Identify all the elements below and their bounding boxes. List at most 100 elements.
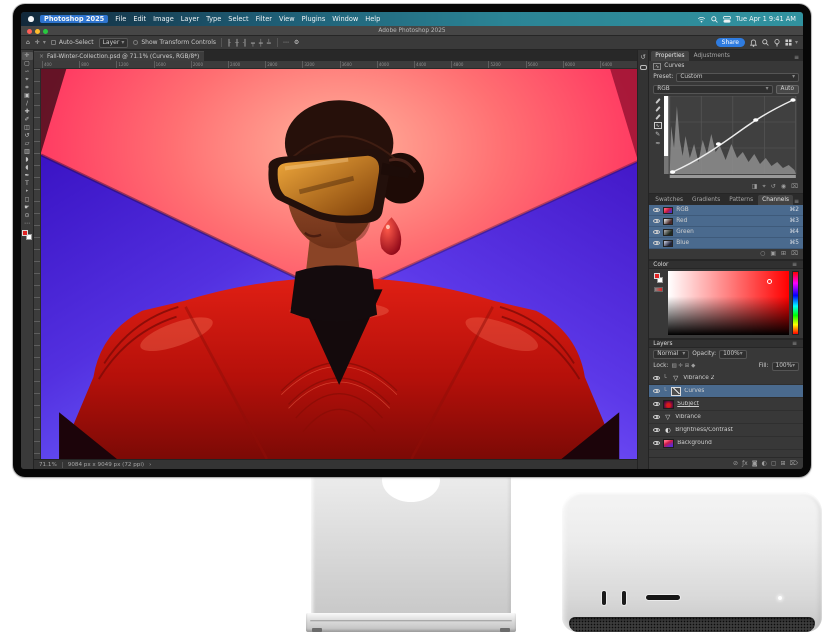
share-button[interactable]: Share [716,38,745,47]
curves-layer-thumbnail[interactable] [671,387,681,396]
move-tool[interactable]: ✛ [22,52,33,60]
crop-tool[interactable]: ⌗ [22,84,33,92]
menu-item[interactable]: Help [365,15,380,23]
align-icons[interactable]: ╟ ╫ ╢ ╤ ╪ ╧ [227,39,272,47]
more-options-icon[interactable]: ⋯ [283,39,289,46]
frame-tool[interactable]: ▣ [22,92,33,100]
layer-row-subject[interactable]: Subject [649,398,803,411]
load-selection-icon[interactable]: ○ [760,250,765,257]
delete-layer-icon[interactable]: ⌦ [790,460,798,467]
visibility-eye-icon[interactable] [653,428,660,433]
clone-stamp-tool[interactable]: ◫ [22,124,33,132]
workspace-gear-icon[interactable]: ⚙ [294,39,299,46]
canvas[interactable] [41,69,637,459]
layer-thumbnail[interactable] [663,439,674,448]
history-brush-tool[interactable]: ↺ [22,132,33,140]
layer-group-icon[interactable]: ▢ [771,460,777,467]
panel-menu-icon[interactable]: ≡ [794,54,801,61]
object-selection-tool[interactable]: ⌖ [22,76,33,84]
hue-slider[interactable] [792,271,799,335]
foreground-color-swatch[interactable] [22,230,28,236]
auto-button[interactable]: Auto [776,85,799,94]
lock-icons[interactable]: ▨ ✛ ⊞ ◆ [671,363,695,369]
search-icon[interactable] [711,16,718,23]
visibility-eye-icon[interactable] [653,230,660,235]
layer-thumbnail[interactable] [663,400,674,409]
apple-menu-icon[interactable] [28,16,34,22]
channel-select[interactable]: RGB▾ [653,85,772,94]
fashion-photo[interactable] [41,69,637,459]
close-tab-icon[interactable]: × [39,53,44,60]
control-center-icon[interactable] [723,16,731,23]
smooth-curve-icon[interactable]: ≈ [655,140,660,147]
color-swatches[interactable] [22,230,32,240]
auto-select-checkbox[interactable]: Auto-Select [51,39,94,46]
tab-swatches[interactable]: Swatches [651,195,687,205]
white-point-eyedropper-icon[interactable] [655,114,660,120]
visibility-eye-icon[interactable] [653,376,660,381]
zoom-level[interactable]: 71.1% [39,462,63,468]
layer-row-background[interactable]: Background [649,437,803,450]
visibility-icon[interactable]: ◉ [781,183,786,191]
notifications-bell-icon[interactable] [750,39,757,47]
target-select[interactable]: Layer▾ [99,38,129,48]
layer-row-vibrance-2[interactable]: └ ▽ Vibrance 2 [649,372,803,385]
marquee-tool[interactable]: ▢ [22,60,33,68]
home-icon[interactable]: ⌂ [26,39,30,46]
layer-row-brightness-contrast[interactable]: ◐ Brightness/Contrast [649,424,803,437]
menu-item[interactable]: View [279,15,295,23]
visibility-eye-icon[interactable] [653,208,660,213]
help-bulb-icon[interactable] [774,39,780,47]
visibility-eye-icon[interactable] [653,441,660,446]
foreground-color-swatch[interactable] [654,273,660,279]
reset-icon[interactable]: ↺ [771,183,776,191]
gray-point-eyedropper-icon[interactable] [655,106,660,112]
close-window-button[interactable] [27,29,32,34]
minimize-window-button[interactable] [35,29,40,34]
color-picker-ring[interactable] [767,279,772,284]
lasso-tool[interactable]: ∽ [22,68,33,76]
layer-effects-icon[interactable]: ƒx [742,460,748,467]
save-selection-icon[interactable]: ▣ [770,250,776,257]
opacity-select[interactable]: 100%▾ [719,350,747,359]
tab-patterns[interactable]: Patterns [725,195,757,205]
healing-tool[interactable]: ✚ [22,108,33,116]
visibility-eye-icon[interactable] [653,415,660,420]
channel-row-rgb[interactable]: RGB ⌘2 [649,205,803,216]
move-tool-icon[interactable]: ✛ [35,39,40,46]
channel-row-blue[interactable]: Blue ⌘5 [649,238,803,249]
eraser-tool[interactable]: ▱ [22,140,33,148]
layer-row-curves[interactable]: └ Curves [649,385,803,398]
edit-points-icon[interactable]: ∿ [654,122,662,129]
delete-channel-icon[interactable]: ⌧ [791,250,798,257]
wifi-icon[interactable] [697,16,706,23]
layer-row-vibrance[interactable]: ▽ Vibrance [649,411,803,424]
fill-select[interactable]: 100%▾ [772,362,800,371]
dodge-tool[interactable]: ◖ [22,164,33,172]
eyedropper-tool[interactable]: ∕ [22,100,33,108]
menubar-clock[interactable]: Tue Apr 1 9:41 AM [736,15,796,23]
path-selection-tool[interactable]: ‣ [22,188,33,196]
tab-channels[interactable]: Channels [758,195,793,205]
blur-tool[interactable]: ◗ [22,156,33,164]
comments-panel-icon[interactable] [640,65,647,70]
menu-item[interactable]: Type [206,15,221,23]
workspace-switcher-icon[interactable]: ▾ [785,39,798,46]
history-panel-icon[interactable]: ↺ [641,53,646,61]
link-layers-icon[interactable]: ⊘ [733,460,738,467]
color-panel-header[interactable]: Color ≡ [649,260,803,269]
channel-row-red[interactable]: Red ⌘3 [649,216,803,227]
new-layer-icon[interactable]: ⊞ [780,460,785,467]
document-tab[interactable]: × Fall-Winter-Collection.psd @ 71.1% (Cu… [34,51,204,61]
tab-properties[interactable]: Properties [651,51,688,61]
new-channel-icon[interactable]: ⊞ [781,250,786,257]
zoom-window-button[interactable] [43,29,48,34]
layers-panel-header[interactable]: Layers ≡ [649,339,803,348]
visibility-eye-icon[interactable] [653,219,660,224]
shape-tool[interactable]: ◻ [22,196,33,204]
type-tool[interactable]: T [22,180,33,188]
menu-item[interactable]: Edit [133,15,146,23]
gradient-tool[interactable]: ▥ [22,148,33,156]
more-tools-tool[interactable]: ⋯ [22,220,33,228]
brush-tool[interactable]: ✐ [22,116,33,124]
